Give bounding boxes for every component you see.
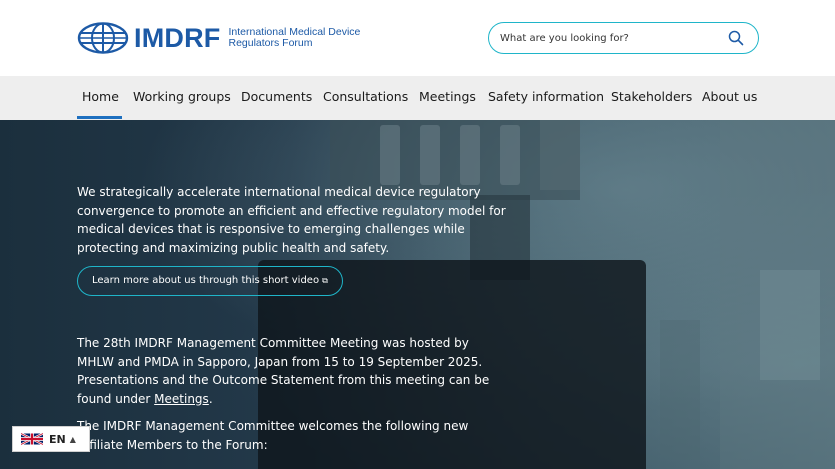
nav-item-meetings[interactable]: Meetings [419, 89, 476, 104]
logo-subtitle: International Medical Device Regulators … [228, 27, 360, 49]
active-nav-indicator [77, 116, 122, 119]
logo-subtitle-line2: Regulators Forum [228, 37, 313, 49]
nav-item-home[interactable]: Home [82, 89, 119, 104]
intro-paragraph: We strategically accelerate internationa… [77, 183, 506, 257]
intro-line: convergence to promote an efficient and … [77, 203, 506, 218]
news-line: The 28th IMDRF Management Committee Meet… [77, 336, 469, 350]
welcome-line: Affiliate Members to the Forum: [77, 437, 268, 452]
news-line: found under Meetings. [77, 390, 489, 409]
intro-line: medical devices that is responsive to em… [77, 222, 465, 236]
site-header: IMDRF International Medical Device Regul… [0, 0, 835, 76]
nav-item-about-us[interactable]: About us [702, 89, 757, 104]
learn-more-video-label: Learn more about us through this short v… [92, 275, 320, 286]
main-nav: Home Working groups Documents Consultati… [0, 76, 835, 120]
nav-item-documents[interactable]: Documents [241, 89, 312, 104]
search-input[interactable] [500, 29, 720, 47]
language-code: EN [49, 432, 66, 446]
nav-item-safety-information[interactable]: Safety information [488, 89, 604, 104]
logo-wordmark: IMDRF [134, 22, 221, 53]
nav-item-working-groups[interactable]: Working groups [133, 89, 231, 104]
chevron-up-icon: ▲ [69, 434, 76, 444]
meetings-link[interactable]: Meetings [154, 392, 209, 406]
welcome-paragraph: The IMDRF Management Committee welcomes … [77, 417, 468, 454]
news-line: Presentations and the Outcome Statement … [77, 373, 490, 387]
news-line: MHLW and PMDA in Sapporo, Japan from 15 … [77, 354, 483, 369]
external-link-icon: ⧉ [322, 276, 328, 285]
globe-logo-icon [77, 22, 129, 54]
search-icon[interactable] [728, 30, 744, 46]
intro-line: We strategically accelerate internationa… [77, 185, 481, 199]
uk-flag-icon [21, 432, 43, 446]
hero-section: We strategically accelerate internationa… [0, 120, 835, 469]
language-switcher[interactable]: EN ▲ [12, 426, 90, 452]
news-paragraph: The 28th IMDRF Management Committee Meet… [77, 334, 489, 408]
nav-item-consultations[interactable]: Consultations [323, 89, 408, 104]
nav-item-stakeholders[interactable]: Stakeholders [611, 89, 692, 104]
intro-line: protecting and maximizing public health … [77, 240, 390, 255]
imdrf-logo[interactable]: IMDRF International Medical Device Regul… [77, 22, 360, 54]
welcome-line: The IMDRF Management Committee welcomes … [77, 419, 469, 433]
search-box [488, 22, 759, 54]
learn-more-video-button[interactable]: Learn more about us through this short v… [77, 266, 343, 296]
news-line4-prefix: found under [77, 391, 155, 406]
news-line4-suffix: . [208, 391, 213, 406]
